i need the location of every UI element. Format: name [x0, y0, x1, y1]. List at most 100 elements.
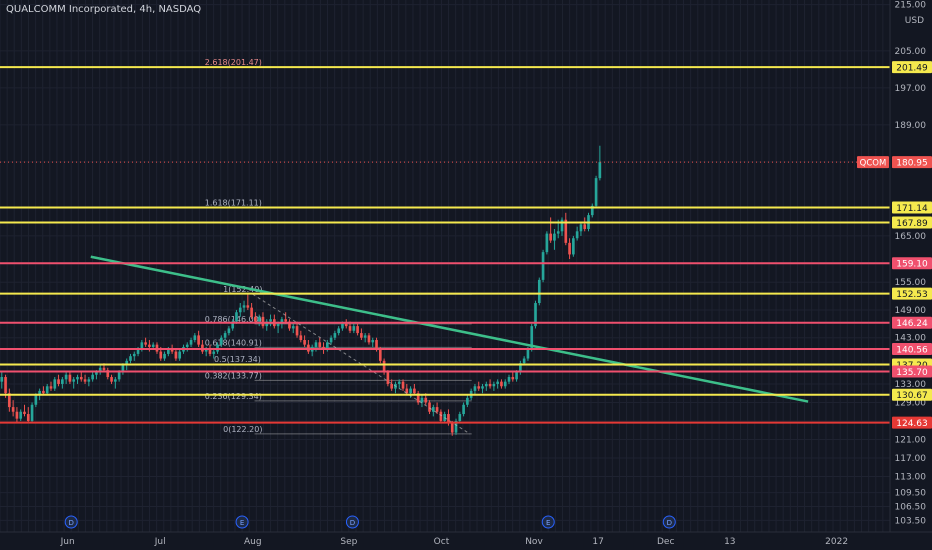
candle-body [397, 381, 401, 384]
time-tick-label: Nov [525, 537, 543, 547]
price-chart[interactable]: 2.618(201.47)1.618(171.11)1(152.40)0.786… [0, 0, 932, 550]
candle-body [409, 388, 412, 394]
candle-body [185, 344, 189, 347]
candle-body [575, 231, 579, 239]
candle-body [413, 388, 416, 394]
candle-body [318, 342, 322, 347]
time-tick-label: 17 [592, 537, 603, 547]
level-price-text: 146.24 [896, 319, 928, 329]
candle-body [484, 383, 488, 387]
price-tick-label: 121.00 [895, 435, 927, 445]
event-marker-text: D [350, 519, 355, 527]
candle-body [541, 252, 545, 280]
candle-body [174, 351, 178, 359]
price-tick-label: 113.00 [895, 472, 927, 482]
candle-body [163, 353, 166, 359]
candle-body [57, 379, 60, 384]
candle-body [356, 326, 359, 334]
level-price-text: 167.89 [896, 219, 928, 229]
candle-body [458, 414, 462, 421]
time-axis-bg [0, 532, 932, 550]
time-tick-label: Aug [244, 537, 262, 547]
candle-body [87, 379, 91, 382]
price-tick-label: 155.00 [895, 278, 927, 288]
candle-body [250, 307, 253, 317]
candle-body [45, 386, 49, 394]
candle-body [579, 224, 583, 232]
candle-body [212, 351, 216, 354]
fib-level-label: 0(122.20) [223, 425, 262, 434]
candle-body [189, 340, 193, 345]
level-price-text: 171.14 [896, 204, 928, 214]
candle-body [276, 323, 280, 327]
candle-body [26, 414, 30, 421]
price-tick-label: 106.50 [895, 503, 927, 513]
price-tick-label: 189.00 [895, 121, 927, 131]
candle-body [598, 162, 602, 179]
candle-body [329, 337, 333, 343]
candle-body [522, 358, 526, 364]
candle-body [83, 379, 87, 382]
price-tick-label: 149.00 [895, 306, 927, 316]
candle-body [583, 224, 587, 229]
candle-body [477, 386, 481, 389]
candle-body [197, 335, 200, 345]
price-axis-bg [890, 0, 932, 550]
candle-body [337, 328, 340, 334]
fib-level-label: 2.618(201.47) [205, 58, 262, 67]
candle-body [344, 323, 348, 327]
candle-body [242, 305, 246, 308]
event-marker-text: E [546, 519, 550, 527]
candle-body [30, 404, 34, 421]
candle-body [254, 316, 257, 322]
candle-body [428, 402, 431, 412]
candle-body [223, 333, 227, 338]
candle-body [500, 381, 503, 387]
candle-body [53, 379, 57, 389]
candle-body [193, 335, 197, 341]
time-tick-label: Jun [60, 537, 75, 547]
candle-body [129, 356, 132, 361]
candle-body [261, 316, 265, 327]
candle-body [352, 326, 356, 331]
candle-body [95, 372, 98, 375]
candle-body [420, 397, 424, 403]
price-tick-label: 205.00 [895, 47, 927, 57]
event-marker-text: E [240, 519, 244, 527]
fib-level-label: 1.618(171.11) [205, 199, 262, 208]
candle-body [314, 342, 318, 347]
candle-body [390, 383, 393, 389]
candle-body [15, 411, 19, 419]
candle-body [269, 319, 272, 322]
candle-body [568, 242, 571, 255]
time-tick-label: 13 [724, 537, 735, 547]
level-price-text: 152.53 [896, 290, 928, 300]
candle-body [424, 397, 428, 403]
candle-body [553, 233, 556, 241]
candle-body [4, 377, 7, 394]
candle-body [72, 379, 76, 382]
candle-body [117, 372, 121, 380]
candle-body [439, 411, 443, 421]
candle-body [79, 377, 83, 380]
price-tick-label: 165.00 [895, 232, 927, 242]
candle-body [503, 381, 507, 387]
time-axis[interactable]: Jun Jul Aug Sep Oct Nov 17 Dec 13 2022 [0, 531, 932, 550]
candle-body [102, 367, 106, 371]
candle-body [462, 404, 465, 415]
candle-body [378, 349, 382, 361]
candle-body [144, 342, 147, 345]
candle-body [257, 316, 261, 322]
price-tick-label: 103.50 [895, 516, 927, 526]
candle-body [435, 407, 439, 412]
candle-body [375, 340, 378, 350]
event-marker-text: D [69, 519, 74, 527]
candle-body [132, 353, 136, 357]
time-tick-label: Jul [154, 537, 166, 547]
time-tick-label: 2022 [825, 537, 848, 547]
candle-body [341, 323, 344, 329]
candle-body [526, 349, 530, 359]
candle-body [91, 374, 94, 380]
candle-body [64, 374, 68, 380]
level-price-text: 159.10 [896, 260, 928, 270]
